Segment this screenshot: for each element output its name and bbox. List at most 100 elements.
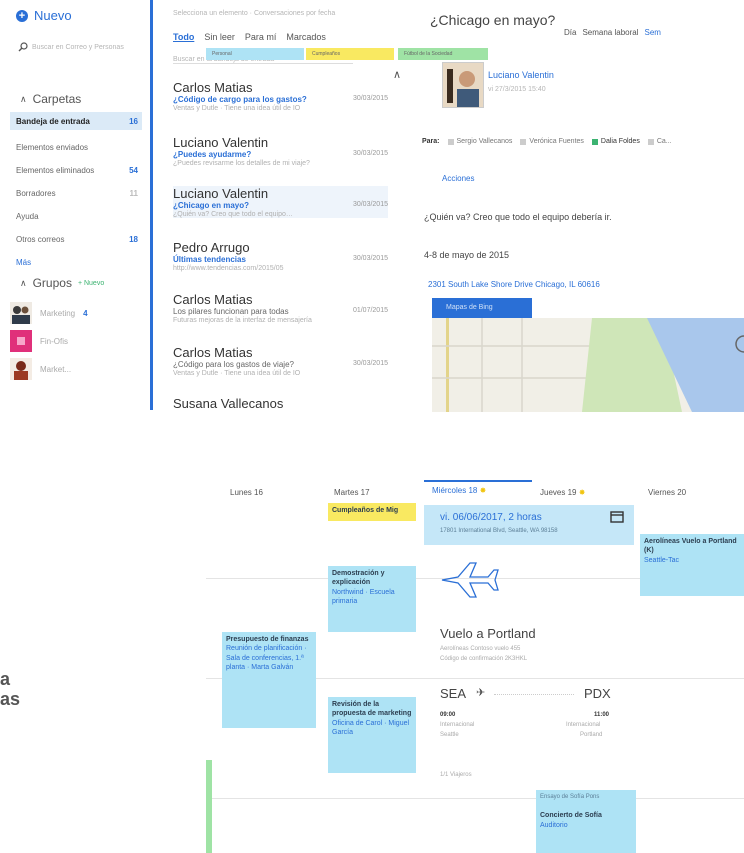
list-item[interactable]: Pedro Arrugo Últimas tendencias 30/03/201… (173, 240, 388, 272)
message-subject: ¿Código de cargo para los gastos? (173, 95, 307, 104)
legend-personal[interactable]: Personal (206, 48, 304, 60)
plane-arrow-icon: ✈ (476, 687, 486, 699)
group-tile-icon (10, 330, 32, 352)
legend-soccer[interactable]: Fútbol de la Sociedad (398, 48, 488, 60)
group-item[interactable]: Marketing 4 (10, 300, 88, 326)
cropped-caption-line: as (0, 688, 21, 709)
event-title: Presupuesto de finanzas (226, 636, 309, 643)
folders-header[interactable]: ∧ Carpetas (20, 92, 81, 106)
event-birthday[interactable]: Cumpleaños de Mig (328, 503, 416, 521)
group-item[interactable]: Market... (10, 356, 71, 382)
event-concert[interactable]: Ensayo de Sofía Pons Concierto de Sofía … (536, 790, 636, 853)
message-sender: Susana Vallecanos (173, 396, 284, 410)
presence-icon (447, 138, 454, 145)
group-label: Marketing (40, 308, 76, 318)
message-list: Selecciona un elemento · Conversaciones … (150, 0, 403, 410)
event-subtitle: Reunión de planificación · Sala de confe… (226, 645, 307, 672)
calendar-icon[interactable] (610, 511, 624, 523)
person-photo-icon (443, 63, 483, 107)
event-title: Concierto de Sofía (540, 812, 602, 820)
folder-label: Otros correos (16, 234, 65, 244)
folder-other[interactable]: Otros correos 18 (10, 230, 142, 248)
event-subtitle: Seattle-Tac (644, 556, 680, 564)
actions-link[interactable]: Acciones (442, 174, 474, 183)
view-week[interactable]: Sem (645, 28, 661, 37)
event-demo[interactable]: Demostración y explicación Northwind · E… (328, 566, 416, 632)
day-header-today[interactable]: Miércoles 18 ✸ (432, 486, 486, 495)
new-message-button[interactable]: + Nuevo (16, 8, 72, 23)
group-item[interactable]: Fin-Ofis (10, 328, 68, 354)
folder-deleted[interactable]: Elementos eliminados 54 (10, 161, 142, 179)
message-date: 30/03/2015 (352, 255, 388, 262)
tab-all[interactable]: Todo (173, 32, 194, 42)
recipient-chip[interactable]: Dalia Foldes (591, 138, 640, 145)
folder-sent[interactable]: Elementos enviados (10, 138, 142, 156)
list-filter[interactable]: Selecciona un elemento · Conversaciones … (173, 10, 373, 17)
chevron-up-icon: ∧ (20, 277, 27, 288)
list-item[interactable]: Luciano Valentin ¿Puedes ayudarme? 30/03/… (173, 135, 388, 167)
origin-code: SEA (440, 686, 467, 701)
flight-details-card[interactable]: vi. 06/06/2017, 2 horas 17801 Internatio… (424, 505, 634, 545)
sent-date: vi 27/3/2015 15:40 (488, 86, 546, 93)
group-photo-icon (10, 302, 32, 324)
event-review[interactable]: Revisión de la propuesta de marketing Of… (328, 697, 416, 773)
new-group-link[interactable]: + Nuevo (78, 280, 104, 287)
departure-time: 09:00 (440, 712, 456, 718)
presence-icon (591, 138, 598, 145)
recipient-chip[interactable]: Ca... (647, 138, 672, 145)
tab-flagged[interactable]: Marcados (286, 32, 326, 42)
event-budget[interactable]: Presupuesto de finanzas Reunión de plani… (222, 632, 316, 728)
view-workweek[interactable]: Semana laboral (582, 28, 638, 37)
plus-circle-icon: + (16, 9, 28, 22)
message-date: 30/03/2015 (352, 150, 388, 157)
view-day[interactable]: Día (564, 28, 576, 37)
list-item[interactable]: Susana Vallecanos (173, 396, 388, 410)
tab-to-me[interactable]: Para mí (245, 32, 277, 42)
list-item[interactable]: Carlos Matias ¿Código para los gastos de… (173, 345, 388, 377)
sender-name[interactable]: Luciano Valentin (488, 70, 554, 80)
map-preview[interactable]: Mapas de Bing (432, 298, 744, 412)
day-header[interactable]: Jueves 19 ✸ (540, 488, 585, 497)
airplane-icon (441, 562, 499, 598)
day-header[interactable]: Lunes 16 (230, 488, 263, 497)
day-header[interactable]: Martes 17 (334, 488, 370, 497)
folder-label: Ayuda (16, 211, 39, 221)
recipient-chip[interactable]: Sergio Vallecanos (447, 138, 512, 145)
folder-help[interactable]: Ayuda (10, 207, 142, 225)
folder-inbox[interactable]: Bandeja de entrada 16 (10, 112, 142, 130)
recipient-chip[interactable]: Verónica Fuentes (520, 138, 584, 145)
travelers-count: 1/1 Viajeros (440, 772, 472, 778)
tab-unread[interactable]: Sin leer (204, 32, 235, 42)
message-preview: Ventas y Dutle · Tiene una idea útil de … (173, 370, 301, 377)
message-sender: Carlos Matias (173, 345, 253, 360)
flight-card-address: 17801 International Blvd, Seattle, WA 98… (440, 528, 558, 534)
folder-more[interactable]: Más (10, 253, 142, 271)
list-item[interactable]: Carlos Matias Los pilares funcionan para… (173, 292, 388, 324)
sender-avatar[interactable] (442, 62, 484, 108)
soccer-event-bar[interactable] (206, 760, 212, 853)
folder-drafts[interactable]: Borradores 11 (10, 184, 142, 202)
cropped-caption-line: a (0, 669, 11, 689)
event-subtitle: Northwind · Escuela primaria (332, 588, 395, 606)
list-item[interactable]: Luciano Valentin ¿Chicago en mayo? 30/03/… (173, 186, 388, 218)
left-navigation: + Nuevo Buscar en Correo y Personas ∧ Ca… (0, 0, 150, 410)
reading-pane: ¿Chicago en mayo? Luciano Valentin vi 27… (410, 0, 744, 412)
search-input[interactable]: Buscar en Correo y Personas (32, 44, 124, 51)
message-date: 01/07/2015 (352, 307, 388, 314)
weather-icon: ✸ (479, 486, 487, 495)
presence-icon (520, 138, 527, 145)
chevron-up-icon[interactable]: ∧ (393, 68, 401, 81)
legend-birthdays[interactable]: Cumpleaños (306, 48, 394, 60)
hour-line (206, 798, 744, 799)
day-header[interactable]: Viernes 20 (648, 488, 686, 497)
list-item[interactable]: Carlos Matias ¿Código de cargo para los … (173, 80, 388, 112)
event-friday-flight[interactable]: Aerolíneas Vuelo a Portland (K) Seattle-… (640, 534, 744, 596)
group-label: Fin-Ofis (40, 336, 68, 346)
recipient-name: Dalia Foldes (600, 138, 640, 145)
address-link[interactable]: 2301 South Lake Shore Drive Chicago, IL … (428, 280, 600, 289)
groups-header[interactable]: ∧ Grupos + Nuevo (20, 276, 104, 290)
message-sender: Luciano Valentin (173, 186, 269, 201)
new-label: Nuevo (34, 8, 72, 23)
message-preview: Ventas y Dutle · Tiene una idea útil de … (173, 105, 301, 112)
search-box[interactable]: Buscar en Correo y Personas (18, 42, 138, 52)
